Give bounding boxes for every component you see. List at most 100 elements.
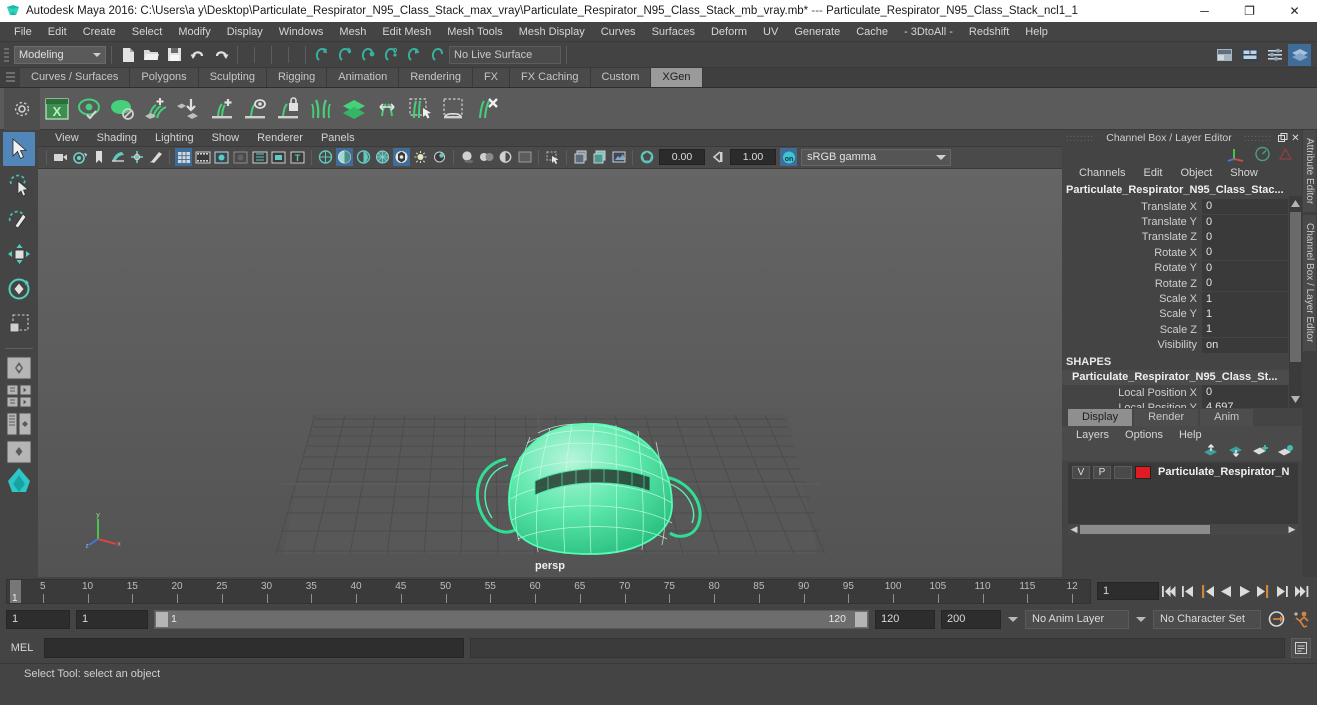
channel-box-menu-channels[interactable]: Channels (1070, 167, 1134, 179)
viewport-menu-panels[interactable]: Panels (312, 130, 364, 147)
exposure-field[interactable]: 0.00 (659, 149, 705, 166)
viewport-menu-view[interactable]: View (46, 130, 88, 147)
layer-list[interactable]: V P Particulate_Respirator_N ◀ ▶ (1068, 463, 1298, 535)
menu-item-redshift[interactable]: Redshift (961, 22, 1017, 42)
snap-to-view-plane-icon[interactable] (403, 44, 426, 66)
safe-title-icon[interactable]: T (289, 148, 306, 166)
menu-item-uv[interactable]: UV (755, 22, 786, 42)
menu-item-cache[interactable]: Cache (848, 22, 896, 42)
layer-list-hscrollbar[interactable]: ◀ ▶ (1068, 524, 1298, 535)
menu-item-edit[interactable]: Edit (40, 22, 75, 42)
time-cursor[interactable]: 1 (10, 579, 21, 603)
channel-attr-value[interactable]: 1 (1202, 291, 1288, 307)
xgen-layers-icon[interactable] (337, 92, 370, 126)
layer-color-swatch[interactable] (1135, 465, 1151, 479)
new-scene-icon[interactable] (117, 44, 140, 66)
xgen-freeze-guide-icon[interactable] (271, 92, 304, 126)
single-perspective-layout[interactable] (3, 355, 35, 381)
channel-attr-row[interactable]: Translate Y 0 (1062, 214, 1302, 230)
channel-box-scroll-thumb[interactable] (1290, 212, 1301, 362)
menu-item-mesh[interactable]: Mesh (331, 22, 374, 42)
channel-attr-value[interactable]: 0 (1202, 214, 1288, 230)
move-tool[interactable] (3, 237, 35, 271)
time-slider[interactable]: 1 5 10 15 20 25 30 35 40 45 50 55 60 65 70 75 80 85 90 95 1… (6, 578, 1091, 604)
rotate-tool[interactable] (3, 272, 35, 306)
xray-icon[interactable] (393, 148, 410, 167)
scroll-right-arrow-icon[interactable]: ▶ (1286, 524, 1298, 535)
go-to-end-icon[interactable] (1292, 581, 1311, 601)
channel-box-scrollbar[interactable] (1289, 196, 1302, 408)
channel-box-list[interactable]: Particulate_Respirator_N95_Class_Stac...… (1062, 182, 1302, 408)
menu-item-generate[interactable]: Generate (786, 22, 848, 42)
maximize-button[interactable]: ❐ (1227, 0, 1272, 22)
outliner-persp-layout[interactable] (3, 411, 35, 437)
close-icon[interactable]: ✕ (1289, 132, 1302, 145)
four-view-layout[interactable] (3, 383, 35, 409)
range-slider[interactable]: 1 120 (154, 609, 869, 629)
shelf-tab-fx[interactable]: FX (472, 68, 511, 87)
xgen-move-guide-icon[interactable] (370, 92, 403, 126)
isolate-select-icon[interactable] (544, 148, 561, 166)
wireframe-on-shaded-icon[interactable] (374, 148, 391, 166)
range-end-time-field[interactable]: 120 (875, 609, 935, 629)
close-button[interactable]: ✕ (1272, 0, 1317, 22)
channel-attr-value[interactable]: 0 (1202, 260, 1288, 276)
step-forward-frame-icon[interactable] (1273, 581, 1292, 601)
image-plane-icon[interactable] (109, 148, 126, 166)
xgen-add-grooming-description-icon[interactable] (139, 92, 172, 126)
vertical-tab-attribute-editor[interactable]: Attribute Editor (1303, 130, 1316, 213)
xgen-delete-guide-icon[interactable] (469, 92, 502, 126)
menu-item-deform[interactable]: Deform (703, 22, 755, 42)
layer-editor-menu-layers[interactable]: Layers (1068, 429, 1117, 441)
gamma-icon[interactable] (709, 148, 726, 166)
manipulator-axes-icon[interactable] (1226, 146, 1248, 165)
gate-mask-icon[interactable] (232, 148, 249, 166)
two-d-pan-zoom-icon[interactable] (128, 148, 145, 166)
menu-item-3dtoall[interactable]: - 3DtoAll - (896, 22, 961, 42)
animation-start-time-field[interactable]: 1 (6, 609, 70, 629)
layer-visibility-toggle[interactable]: V (1072, 465, 1090, 479)
xgen-clear-region-icon[interactable] (436, 92, 469, 126)
mesh-display-icon[interactable] (1277, 146, 1294, 165)
toggle-tool-settings-icon[interactable] (1263, 44, 1286, 66)
shelf-tab-rendering[interactable]: Rendering (399, 68, 473, 87)
channel-attr-value[interactable]: 0 (1202, 276, 1288, 292)
shelf-tab-polygons[interactable]: Polygons (130, 68, 199, 87)
persp-graph-editor-layout[interactable] (3, 467, 35, 493)
shape-attr-row[interactable]: Local Position X 0 (1062, 385, 1302, 401)
scroll-down-arrow-icon[interactable] (1289, 392, 1302, 406)
channel-attr-row[interactable]: Visibility on (1062, 337, 1302, 353)
lasso-select-tool[interactable] (3, 167, 35, 201)
shape-attr-value[interactable]: 0 (1202, 385, 1288, 401)
play-forwards-icon[interactable] (1235, 581, 1254, 601)
shelf-grip[interactable] (6, 72, 15, 82)
snap-to-projected-center-icon[interactable] (380, 44, 403, 66)
vertical-tab-channel-box-layer-editor[interactable]: Channel Box / Layer Editor (1303, 215, 1316, 351)
select-by-hierarchy-icon[interactable] (243, 44, 266, 66)
layer-editor-menu-options[interactable]: Options (1117, 429, 1171, 441)
channel-attr-value[interactable]: on (1202, 337, 1288, 353)
color-management-toggle-icon[interactable]: on (780, 148, 797, 167)
redo-icon[interactable] (209, 44, 232, 66)
live-surface-field[interactable]: No Live Surface (449, 45, 561, 64)
channel-attr-value[interactable]: 1 (1202, 306, 1288, 322)
resolution-gate-icon[interactable] (213, 148, 230, 166)
menu-set-selector[interactable]: Modeling (14, 45, 106, 64)
menu-item-windows[interactable]: Windows (271, 22, 332, 42)
panel-drag-handle[interactable]: :::::::: (1062, 133, 1098, 143)
texture-icon[interactable] (572, 148, 589, 166)
layer-editor-tab-display[interactable]: Display (1068, 409, 1133, 426)
shape-attr-row[interactable]: Local Position Y 4.697 (1062, 400, 1302, 408)
open-scene-icon[interactable] (140, 44, 163, 66)
new-layer-icon[interactable] (1252, 444, 1269, 460)
film-gate-icon[interactable] (194, 148, 211, 166)
wireframe-icon[interactable] (317, 148, 334, 166)
channel-attr-row[interactable]: Scale Y 1 (1062, 306, 1302, 322)
select-camera-icon[interactable] (52, 148, 69, 166)
current-frame-field[interactable]: 1 (1097, 582, 1159, 600)
animation-end-time-field[interactable]: 200 (941, 609, 1001, 629)
make-live-icon[interactable] (426, 44, 449, 66)
channel-attr-row[interactable]: Translate Z 0 (1062, 229, 1302, 245)
xgen-add-guide-icon[interactable] (205, 92, 238, 126)
range-slider-right-handle[interactable] (855, 611, 867, 627)
